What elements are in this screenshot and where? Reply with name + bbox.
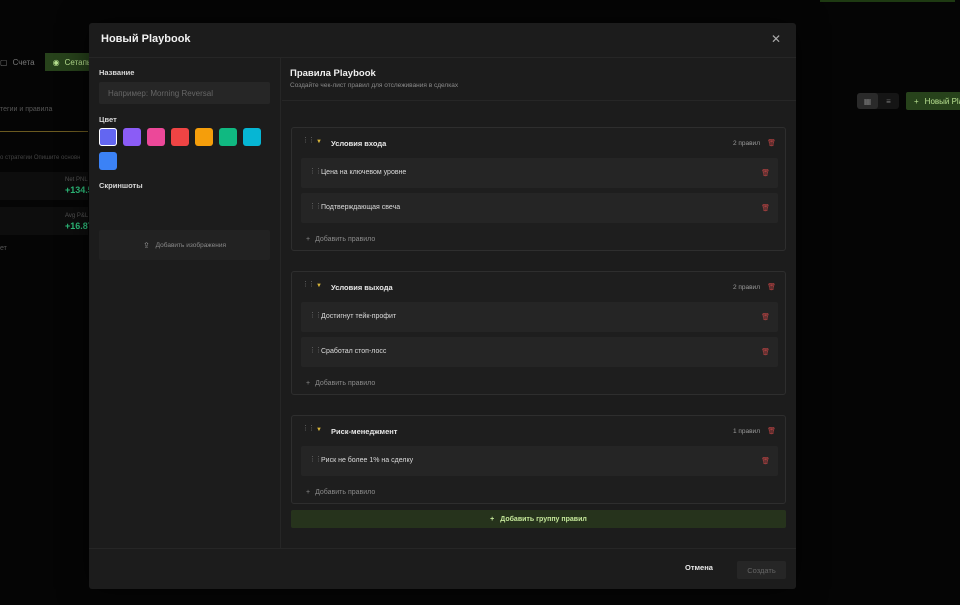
left-panel: Название Цвет Скриншоты ⇪ Добавить изобр… [89,58,281,549]
group-name: Условия входа [331,139,387,148]
drag-handle-icon[interactable]: ⋮⋮ [309,203,322,210]
drag-handle-icon[interactable]: ⋮⋮ [302,281,315,288]
rule-item: ⋮⋮ Цена на ключевом уровне 🗑 [301,158,778,188]
drag-handle-icon[interactable]: ⋮⋮ [302,137,315,144]
close-icon[interactable]: ✕ [770,33,782,45]
rule-item: ⋮⋮ Подтверждающая свеча 🗑 [301,193,778,223]
trash-icon[interactable]: 🗑 [761,457,770,465]
rule-item: ⋮⋮ Риск не более 1% на сделку 🗑 [301,446,778,476]
new-playbook-modal: Новый Playbook ✕ Название Цвет Скриншоты… [89,23,796,589]
modal-body: Название Цвет Скриншоты ⇪ Добавить изобр… [89,57,796,549]
add-rule-label: Добавить правило [315,379,376,387]
rule-group: ⋮⋮ ▼ Риск-менеджмент 1 правил 🗑 ⋮⋮ Риск не бол… [291,415,786,504]
rules-subtitle: Создайте чек-лист правил для отслеживани… [290,82,459,89]
name-input[interactable] [99,82,270,104]
drag-handle-icon[interactable]: ⋮⋮ [302,425,315,432]
plus-icon: + [306,235,311,243]
trash-icon[interactable]: 🗑 [767,283,776,291]
group-header: ⋮⋮ ▼ Условия выхода 2 правил 🗑 [292,272,785,302]
stat-label: Avg P&L [65,213,89,219]
group-header: ⋮⋮ ▼ Условия входа 2 правил 🗑 [292,128,785,158]
color-swatch[interactable] [195,128,213,146]
list-view-icon[interactable]: ≡ [878,93,899,109]
add-group-button[interactable]: + Добавить группу правил [291,510,786,528]
trash-icon[interactable]: 🗑 [761,204,770,212]
add-rule-label: Добавить правило [315,235,376,243]
rule-item: ⋮⋮ Сработал стоп-лосс 🗑 [301,337,778,367]
rule-count: 2 правил [732,140,760,147]
color-label: Цвет [99,115,117,124]
drag-handle-icon[interactable]: ⋮⋮ [309,456,322,463]
add-rule-label: Добавить правило [315,488,376,496]
color-swatch[interactable] [123,128,141,146]
group-name: Условия выхода [331,283,393,292]
modal-title: Новый Playbook [101,33,191,45]
view-toggle[interactable]: ▦ ≡ [857,93,899,109]
background-description: о стратегии Опишите основн [0,155,81,161]
color-swatches [99,128,274,170]
rule-text[interactable]: Сработал стоп-лосс [321,348,386,355]
background-small-text: ет [0,245,7,252]
rule-text[interactable]: Цена на ключевом уровне [321,169,406,176]
grid-view-icon[interactable]: ▦ [857,93,878,109]
group-header: ⋮⋮ ▼ Риск-менеджмент 1 правил 🗑 [292,416,785,446]
color-swatch[interactable] [99,152,117,170]
trash-icon[interactable]: 🗑 [767,427,776,435]
upload-icon: ⇪ [142,240,150,250]
new-playbook-label: Новый Playbook [924,96,960,106]
color-swatch[interactable] [243,128,261,146]
color-swatch[interactable] [219,128,237,146]
trash-icon[interactable]: 🗑 [761,348,770,356]
plus-icon: + [306,379,311,387]
new-playbook-button[interactable]: + Новый Playbook [906,92,960,110]
add-group-label: Добавить группу правил [500,515,587,523]
upload-label: Добавить изображения [155,241,227,249]
background-subtitle: тегии и правила [0,106,53,113]
right-panel: Правила Playbook Создайте чек-лист прави… [282,58,796,549]
create-button[interactable]: Создать [737,561,786,579]
rule-count: 1 правил [732,428,760,435]
color-swatch[interactable] [171,128,189,146]
rule-text[interactable]: Достигнут тейк-профит [321,313,396,320]
chevron-down-icon[interactable]: ▼ [316,427,322,433]
stat-label: Net PNL [65,177,88,183]
plus-icon: + [914,96,919,106]
screenshots-label: Скриншоты [99,181,143,190]
drag-handle-icon[interactable]: ⋮⋮ [309,312,322,319]
square-icon: ▢ [0,57,8,67]
tab-accounts[interactable]: ▢ Счета [0,53,45,71]
name-label: Название [99,68,135,77]
cancel-button[interactable]: Отмена [685,563,713,572]
rule-group: ⋮⋮ ▼ Условия выхода 2 правил 🗑 ⋮⋮ Достигнут те… [291,271,786,395]
top-accent-line [820,0,955,2]
tab-accounts-label: Счета [12,57,35,67]
target-icon: ◉ [52,57,60,67]
color-swatch[interactable] [147,128,165,146]
rule-item: ⋮⋮ Достигнут тейк-профит 🗑 [301,302,778,332]
drag-handle-icon[interactable]: ⋮⋮ [309,347,322,354]
drag-handle-icon[interactable]: ⋮⋮ [309,168,322,175]
divider [282,100,796,101]
trash-icon[interactable]: 🗑 [761,313,770,321]
rules-title: Правила Playbook [290,68,376,79]
color-swatch[interactable] [99,128,117,146]
rule-text[interactable]: Риск не более 1% на сделку [321,457,413,464]
plus-icon: + [490,515,495,523]
trash-icon[interactable]: 🗑 [767,139,776,147]
rule-group: ⋮⋮ ▼ Условия входа 2 правил 🗑 ⋮⋮ Цена на ключе… [291,127,786,251]
group-name: Риск-менеджмент [331,427,398,436]
add-rule-button[interactable]: + Добавить правило [306,372,785,394]
chevron-down-icon[interactable]: ▼ [316,283,322,289]
add-rule-button[interactable]: + Добавить правило [306,481,785,503]
chevron-down-icon[interactable]: ▼ [316,139,322,145]
rule-text[interactable]: Подтверждающая свеча [321,204,400,211]
trash-icon[interactable]: 🗑 [761,169,770,177]
plus-icon: + [306,488,311,496]
rule-count: 2 правил [732,284,760,291]
upload-images-button[interactable]: ⇪ Добавить изображения [99,230,270,260]
add-rule-button[interactable]: + Добавить правило [306,228,785,250]
background-underline [0,131,88,132]
